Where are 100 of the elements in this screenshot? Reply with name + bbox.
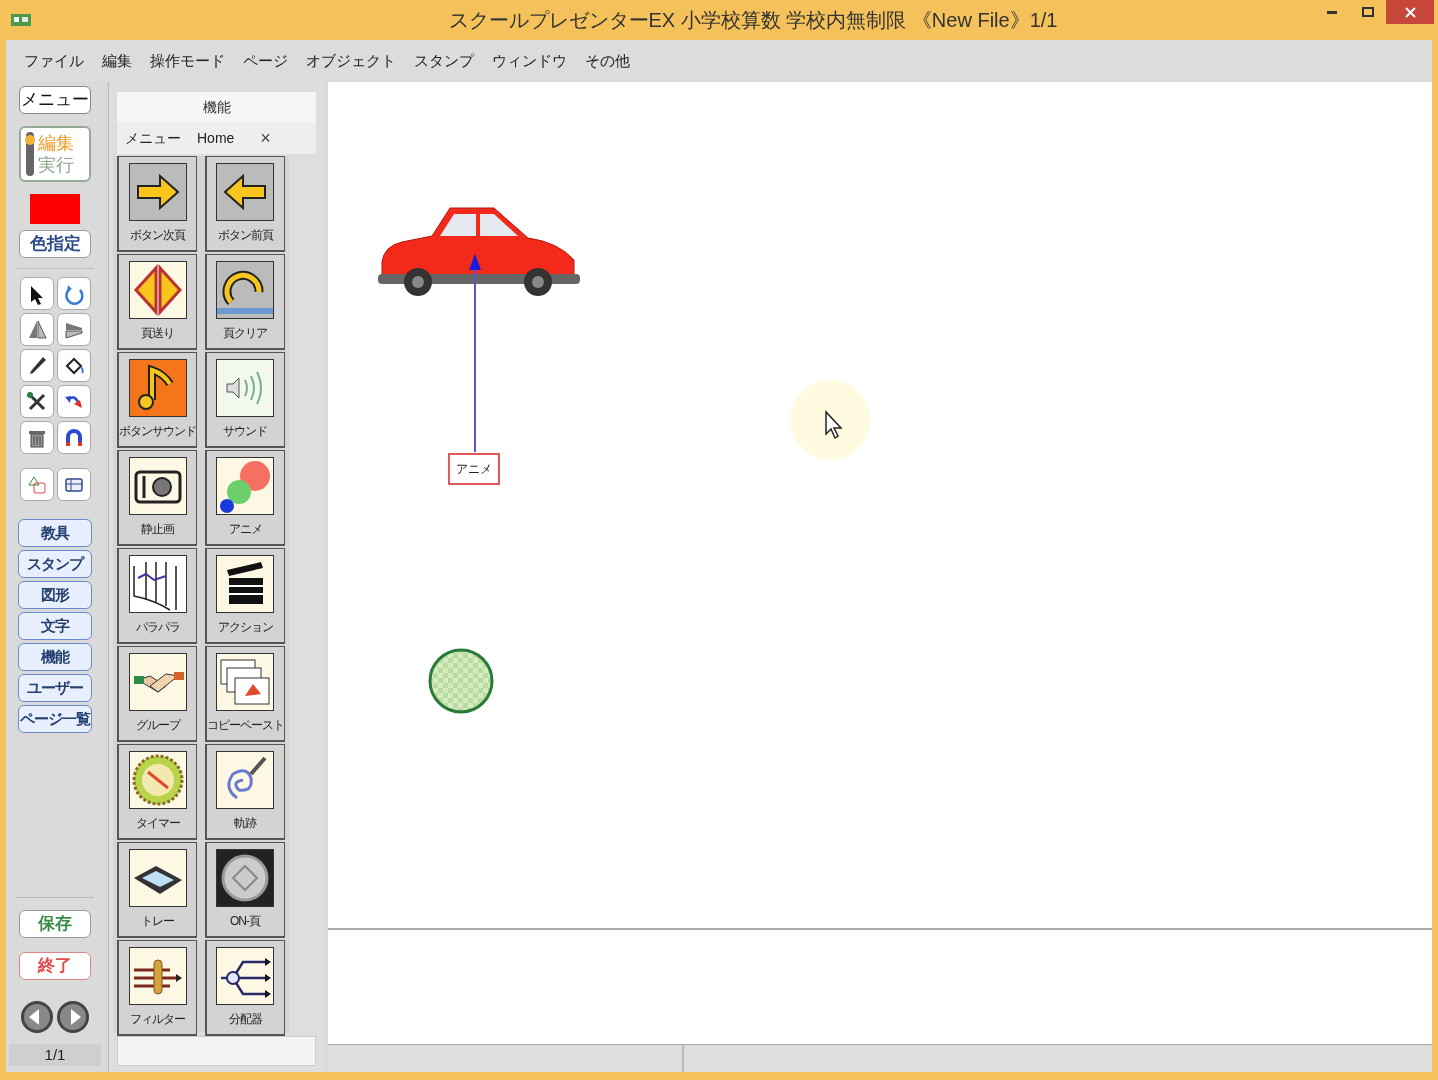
motion-arrow[interactable]	[468, 254, 482, 454]
animation-label[interactable]: アニメ	[448, 453, 500, 485]
stacked-cards-icon	[216, 653, 274, 711]
category-button[interactable]: 教具	[18, 519, 92, 547]
tool-tile[interactable]: 分配器	[204, 940, 285, 1036]
category-button[interactable]: ページ一覧	[18, 705, 92, 733]
tool-tile[interactable]: 頁送り	[117, 254, 197, 350]
tool-label: ボタンサウンド	[119, 423, 196, 440]
clapperboard-icon	[216, 555, 274, 613]
tool-tile[interactable]: タイマー	[117, 744, 197, 840]
shapes-tool-button[interactable]	[19, 468, 54, 501]
handshake-icon	[128, 653, 187, 711]
tool-tile[interactable]: ボタン次頁	[117, 156, 197, 252]
next-page-button[interactable]	[56, 1000, 90, 1034]
menu-button[interactable]: メニュー	[19, 86, 91, 114]
tool-tile[interactable]: ボタンサウンド	[117, 352, 197, 448]
palette-title: 機能	[202, 97, 231, 117]
tool-tile[interactable]: アニメ	[204, 450, 285, 546]
toggle-knob-icon	[25, 132, 35, 176]
diamond-arrows-icon	[128, 261, 187, 319]
trash-tool-button[interactable]	[19, 421, 54, 454]
category-button[interactable]: スタンプ	[18, 550, 92, 578]
tool-tile[interactable]: 静止画	[117, 450, 197, 546]
tool-label: タイマー	[135, 815, 180, 832]
menu-item[interactable]: その他	[585, 49, 630, 73]
maximize-icon	[1362, 7, 1374, 17]
checkered-circle[interactable]	[428, 648, 494, 714]
menu-item[interactable]: ウィンドウ	[492, 49, 567, 73]
sketch-pages-icon	[128, 555, 187, 613]
palette-close-button[interactable]: ×	[260, 124, 271, 152]
tool-tile[interactable]: ON-頁	[204, 842, 285, 938]
color-button[interactable]: 色指定	[19, 230, 91, 258]
rotate-tool-button[interactable]	[56, 277, 91, 310]
tool-tile[interactable]: フィルター	[117, 940, 197, 1036]
splitter-icon	[216, 947, 274, 1005]
table-tool-button[interactable]	[56, 468, 91, 501]
camera-icon	[128, 457, 187, 515]
app-icon	[10, 12, 32, 28]
speaker-icon	[216, 359, 274, 417]
tool-tile[interactable]: 頁クリア	[204, 254, 285, 350]
palette-tab[interactable]: メニュー	[125, 127, 181, 149]
menu-item[interactable]: 編集	[102, 49, 132, 73]
paint-bucket-tool-button[interactable]	[56, 349, 91, 382]
tool-tile[interactable]: パラパラ	[117, 548, 197, 644]
left-arrow-icon	[216, 163, 274, 221]
undo-redo-tool-button[interactable]	[56, 385, 91, 418]
tool-label: サウンド	[223, 423, 267, 440]
animation-label-text: アニメ	[456, 461, 492, 478]
tool-label: ボタン次頁	[130, 227, 185, 244]
menu-item[interactable]: ファイル	[24, 49, 84, 73]
right-arrow-icon	[128, 163, 187, 221]
menu-item[interactable]: ページ	[243, 49, 288, 73]
tool-label: フィルター	[130, 1011, 185, 1028]
mode-label: 編集	[38, 132, 74, 154]
category-button[interactable]: 文字	[18, 612, 92, 640]
tool-tile[interactable]: トレー	[117, 842, 197, 938]
curly-path-icon	[216, 751, 274, 809]
pen-tool-button[interactable]	[19, 349, 54, 382]
tool-tile[interactable]: アクション	[204, 548, 285, 644]
mode-label: 実行	[38, 154, 74, 176]
magnet-tool-button[interactable]	[56, 421, 91, 454]
menu-item[interactable]: 操作モード	[150, 49, 225, 73]
flip-horizontal-tool-button[interactable]	[19, 313, 54, 346]
category-button[interactable]: 機能	[18, 643, 92, 671]
menu-item[interactable]: スタンプ	[414, 49, 474, 73]
close-button[interactable]	[1386, 0, 1434, 24]
menu-item[interactable]: オブジェクト	[306, 49, 396, 73]
tool-tile[interactable]: 軌跡	[204, 744, 285, 840]
tool-label: ON-頁	[230, 913, 260, 930]
tool-label: トレー	[141, 913, 174, 930]
tool-label: グループ	[135, 717, 180, 734]
previous-page-button[interactable]	[20, 1000, 54, 1034]
colored-circles-icon	[216, 457, 274, 515]
tool-label: アニメ	[228, 521, 262, 538]
pointer-tool-button[interactable]	[19, 277, 54, 310]
flip-vertical-tool-button[interactable]	[56, 313, 91, 346]
tool-tile[interactable]: コピーペースト	[204, 646, 285, 742]
tool-tile[interactable]: ボタン前頁	[204, 156, 285, 252]
page-indicator: 1/1	[44, 1044, 66, 1065]
tool-tile[interactable]: グループ	[117, 646, 197, 742]
palette-tab[interactable]: Home	[197, 127, 235, 149]
filter-icon	[128, 947, 187, 1005]
tool-label: 頁送り	[141, 325, 174, 342]
tool-label: 軌跡	[234, 815, 256, 832]
category-button[interactable]: 図形	[18, 581, 92, 609]
minimize-icon	[1327, 10, 1337, 14]
category-button[interactable]: ユーザー	[18, 674, 92, 702]
tray-icon	[128, 849, 187, 907]
tool-label: コピーペースト	[206, 717, 284, 734]
save-button[interactable]: 保存	[19, 910, 91, 938]
tool-tile[interactable]: サウンド	[204, 352, 285, 448]
tools-tool-button[interactable]	[19, 385, 54, 418]
music-note-icon	[128, 359, 187, 417]
close-icon	[1404, 6, 1416, 18]
exit-button[interactable]: 終了	[19, 952, 91, 980]
dial-icon	[128, 751, 187, 809]
round-button-icon	[216, 849, 274, 907]
tool-label: 頁クリア	[223, 325, 267, 342]
color-swatch[interactable]	[30, 194, 80, 224]
cursor-icon	[788, 378, 872, 462]
